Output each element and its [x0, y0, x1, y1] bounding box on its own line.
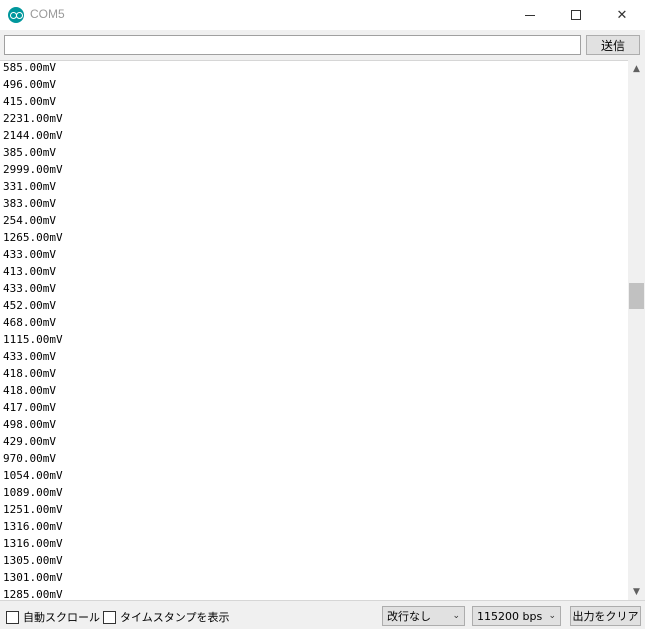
send-input[interactable] — [4, 35, 581, 55]
output-line: 433.00mV — [3, 350, 56, 363]
output-line: 413.00mV — [3, 265, 56, 278]
arduino-icon — [8, 7, 24, 23]
checkbox-box[interactable] — [6, 610, 19, 624]
output-line: 433.00mV — [3, 248, 56, 261]
close-icon: ✕ — [616, 7, 628, 23]
autoscroll-label: 自動スクロール — [23, 611, 100, 624]
output-line: 1265.00mV — [3, 231, 63, 244]
checkbox-box[interactable] — [103, 610, 116, 624]
minimize-button[interactable] — [507, 0, 553, 30]
scroll-down-button[interactable]: ▼ — [628, 583, 645, 600]
output-line: 254.00mV — [3, 214, 56, 227]
output-line: 496.00mV — [3, 78, 56, 91]
output-line: 1251.00mV — [3, 503, 63, 516]
output-line: 385.00mV — [3, 146, 56, 159]
window-title: COM5 — [30, 7, 65, 21]
close-button[interactable]: ✕ — [599, 0, 645, 30]
chevron-down-icon: ⌄ — [548, 611, 556, 621]
output-line: 1115.00mV — [3, 333, 63, 346]
maximize-button[interactable] — [553, 0, 599, 30]
send-button[interactable]: 送信 — [586, 35, 640, 55]
scroll-thumb[interactable] — [629, 283, 644, 309]
output-line: 1054.00mV — [3, 469, 63, 482]
serial-output[interactable]: 585.00mV 496.00mV 415.00mV 2231.00mV 2144.00… — [0, 60, 628, 600]
output-line: 452.00mV — [3, 299, 56, 312]
line-ending-select[interactable]: 改行なし ⌄ — [382, 606, 465, 626]
output-line: 1285.00mV — [3, 588, 63, 600]
output-line: 1305.00mV — [3, 554, 63, 567]
output-line: 468.00mV — [3, 316, 56, 329]
scroll-up-button[interactable]: ▲ — [628, 60, 645, 77]
output-line: 2144.00mV — [3, 129, 63, 142]
timestamp-checkbox[interactable]: タイムスタンプを表示 — [103, 609, 229, 625]
output-line: 1316.00mV — [3, 520, 63, 533]
timestamp-label: タイムスタンプを表示 — [120, 611, 230, 624]
output-lines: 585.00mV 496.00mV 415.00mV 2231.00mV 2144.00… — [3, 61, 63, 600]
output-line: 415.00mV — [3, 95, 56, 108]
send-row: 送信 — [0, 30, 645, 60]
vertical-scrollbar[interactable]: ▲ ▼ — [628, 60, 645, 600]
output-line: 1089.00mV — [3, 486, 63, 499]
autoscroll-checkbox[interactable]: 自動スクロール — [6, 609, 100, 625]
output-line: 417.00mV — [3, 401, 56, 414]
output-line: 498.00mV — [3, 418, 56, 431]
chevron-down-icon: ▼ — [633, 586, 640, 597]
baud-rate-value: 115200 bps — [477, 609, 543, 623]
output-line: 418.00mV — [3, 384, 56, 397]
line-ending-value: 改行なし — [387, 610, 431, 623]
chevron-up-icon: ▲ — [633, 63, 640, 74]
maximize-icon — [571, 10, 581, 20]
title-bar[interactable]: COM5 ✕ — [0, 0, 645, 30]
output-line: 383.00mV — [3, 197, 56, 210]
chevron-down-icon: ⌄ — [452, 611, 460, 621]
serial-monitor-window: COM5 ✕ 送信 585.00mV 496.00mV 415.00mV 2231.0… — [0, 0, 645, 629]
clear-output-button[interactable]: 出力をクリア — [570, 606, 641, 626]
minimize-icon — [525, 14, 535, 16]
bottom-toolbar: 自動スクロール タイムスタンプを表示 改行なし ⌄ 115200 bps ⌄ 出… — [0, 600, 645, 629]
output-line: 970.00mV — [3, 452, 56, 465]
baud-rate-select[interactable]: 115200 bps ⌄ — [472, 606, 561, 626]
output-line: 1301.00mV — [3, 571, 63, 584]
output-line: 585.00mV — [3, 61, 56, 74]
output-line: 429.00mV — [3, 435, 56, 448]
output-line: 2231.00mV — [3, 112, 63, 125]
output-line: 331.00mV — [3, 180, 56, 193]
output-line: 433.00mV — [3, 282, 56, 295]
output-line: 418.00mV — [3, 367, 56, 380]
output-line: 2999.00mV — [3, 163, 63, 176]
output-line: 1316.00mV — [3, 537, 63, 550]
